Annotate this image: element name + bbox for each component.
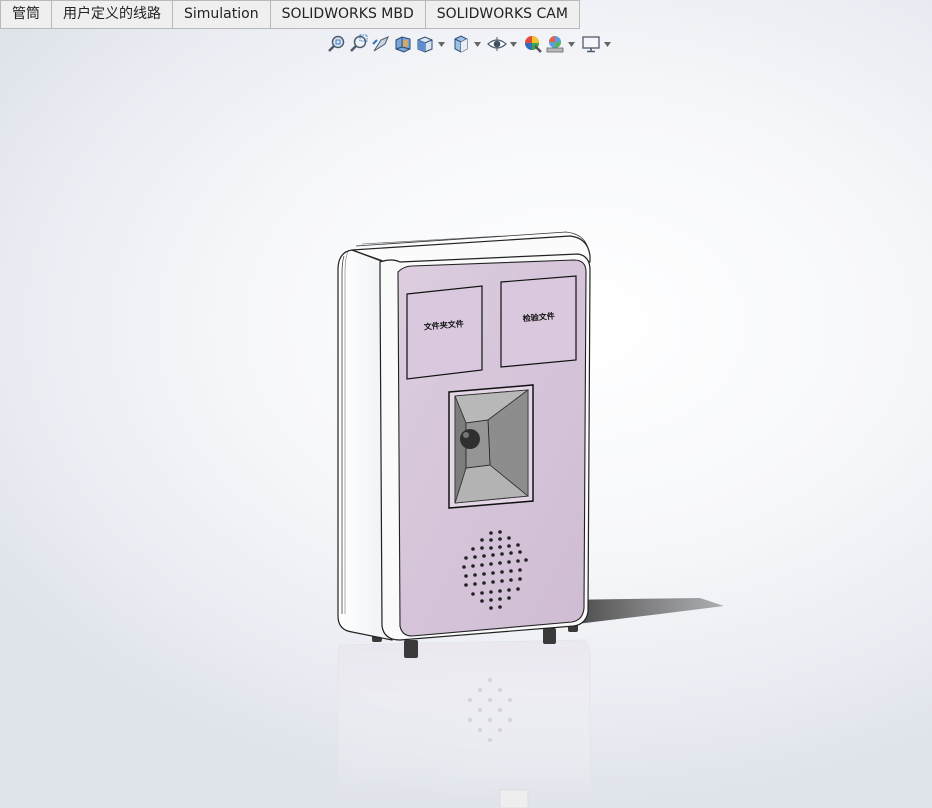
graphics-area[interactable]: 文件夹文件 检验文件: [0, 60, 932, 808]
section-view-icon[interactable]: [392, 33, 414, 55]
chevron-down-icon[interactable]: [436, 33, 446, 55]
chevron-down-icon[interactable]: [602, 33, 612, 55]
tab-solidworks-cam[interactable]: SOLIDWORKS CAM: [425, 0, 580, 29]
scanner-window: [448, 384, 534, 509]
heads-up-view-toolbar: [326, 32, 612, 56]
tab-solidworks-mbd[interactable]: SOLIDWORKS MBD: [270, 0, 426, 29]
tab-user-defined-route[interactable]: 用户定义的线路: [52, 0, 173, 29]
apply-scene-icon[interactable]: [544, 33, 566, 55]
tab-simulation[interactable]: Simulation: [173, 0, 271, 29]
view-orientation-icon[interactable]: [414, 33, 436, 55]
left-display-panel: 文件夹文件: [406, 285, 483, 380]
view-settings-icon[interactable]: [580, 33, 602, 55]
zoom-to-area-icon[interactable]: [348, 33, 370, 55]
edit-appearance-icon[interactable]: [522, 33, 544, 55]
chevron-down-icon[interactable]: [472, 33, 482, 55]
right-display-panel: 检验文件: [500, 275, 577, 368]
model-render: 文件夹文件 检验文件: [337, 231, 724, 808]
tab-pipe[interactable]: 管筒: [0, 0, 52, 29]
display-style-icon[interactable]: [450, 33, 472, 55]
floor-reflection: [337, 639, 591, 808]
previous-view-icon[interactable]: [370, 33, 392, 55]
hide-show-items-icon[interactable]: [486, 33, 508, 55]
chevron-down-icon[interactable]: [566, 33, 576, 55]
zoom-to-fit-icon[interactable]: [326, 33, 348, 55]
command-manager-tabs: 管筒 用户定义的线路 Simulation SOLIDWORKS MBD SOL…: [0, 0, 580, 29]
chevron-down-icon[interactable]: [508, 33, 518, 55]
